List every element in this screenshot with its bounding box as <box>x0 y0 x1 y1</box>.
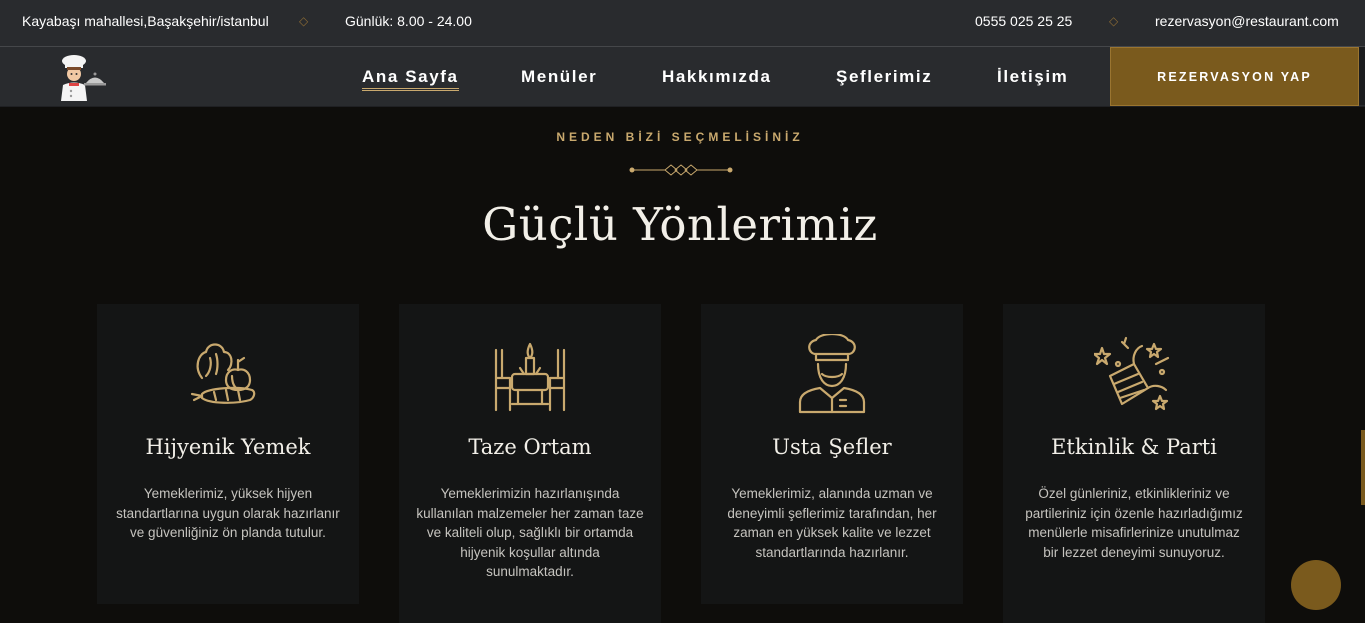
main-navbar: Ana Sayfa Menüler Hakkımızda Şeflerimiz … <box>0 47 1365 107</box>
address-text: Kayabaşı mahallesi,Başakşehir/istanbul <box>22 13 269 29</box>
nav-item-ana-sayfa[interactable]: Ana Sayfa <box>362 67 459 91</box>
separator-diamond-icon: ◇ <box>1109 14 1119 28</box>
feature-card-taze-ortam: Taze Ortam Yemeklerimizin hazırlanışında… <box>399 304 661 623</box>
card-title: Usta Şefler <box>772 435 892 459</box>
chef-logo-icon[interactable] <box>56 53 108 101</box>
feature-card-hijyenik-yemek: Hijyenik Yemek Yemeklerimiz, yüksek hijy… <box>97 304 359 604</box>
top-info-bar: Kayabaşı mahallesi,Başakşehir/istanbul ◇… <box>0 0 1365 47</box>
nav-item-seflerimiz[interactable]: Şeflerimiz <box>836 67 932 87</box>
vegetables-icon <box>190 343 256 404</box>
reservation-button[interactable]: REZERVASYON YAP <box>1110 47 1359 106</box>
email-link[interactable]: rezervasyon@restaurant.com <box>1155 13 1339 29</box>
nav-item-hakkimizda[interactable]: Hakkımızda <box>662 67 772 87</box>
feature-card-usta-sefler: Usta Şefler Yemeklerimiz, alanında uzman… <box>701 304 963 604</box>
card-description: Yemeklerimiz, yüksek hijyen standartları… <box>116 486 340 541</box>
nav-item-iletisim[interactable]: İletişim <box>997 67 1068 87</box>
card-description: Yemeklerimizin hazırlanışında kullanılan… <box>416 486 644 580</box>
card-title: Hijyenik Yemek <box>145 435 311 459</box>
scrollbar-thumb[interactable] <box>1361 430 1365 505</box>
nav-item-menuler[interactable]: Menüler <box>521 67 597 87</box>
chef-icon <box>798 334 866 414</box>
dining-table-icon <box>494 342 566 412</box>
chat-bubble-button[interactable] <box>1291 560 1341 610</box>
section-title: Güçlü Yönlerimiz <box>482 198 878 251</box>
section-eyebrow: NEDEN BİZİ SEÇMELİSİNİZ <box>556 130 804 144</box>
party-popper-icon <box>1094 336 1170 411</box>
feature-card-etkinlik-parti: Etkinlik & Parti Özel günleriniz, etkinl… <box>1003 304 1265 623</box>
card-description: Yemeklerimiz, alanında uzman ve deneyiml… <box>727 486 937 560</box>
separator-diamond-icon: ◇ <box>299 14 309 28</box>
card-description: Özel günleriniz, etkinlikleriniz ve part… <box>1025 486 1243 560</box>
scrollbar-track[interactable] <box>1359 47 1365 105</box>
phone-link[interactable]: 0555 025 25 25 <box>975 13 1072 29</box>
card-title: Etkinlik & Parti <box>1051 435 1217 459</box>
ornament-divider-icon <box>629 164 733 176</box>
opening-hours-text: Günlük: 8.00 - 24.00 <box>345 13 472 29</box>
card-title: Taze Ortam <box>468 435 592 459</box>
